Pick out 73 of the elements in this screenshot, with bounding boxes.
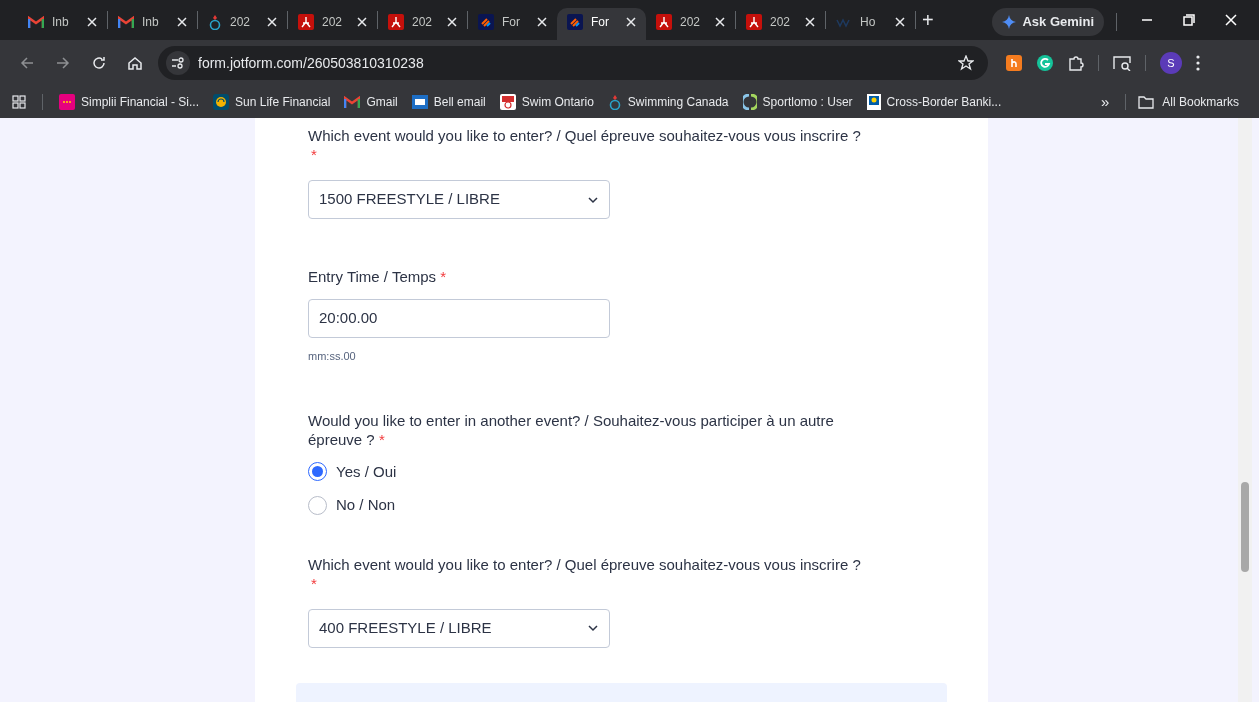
star-icon — [958, 55, 974, 71]
bookmark[interactable]: Swim Ontario — [499, 93, 594, 111]
more-bookmarks-button[interactable]: » — [1096, 90, 1114, 114]
dropdown[interactable]: 400 FREESTYLE / LIBRE — [308, 608, 610, 648]
mail-icon — [344, 96, 361, 108]
close-icon — [626, 17, 636, 27]
reload-icon — [92, 56, 106, 70]
forward-icon — [56, 56, 70, 70]
bookmark[interactable]: Bell email — [411, 93, 486, 111]
site-settings-icon — [171, 57, 185, 69]
wave-icon — [836, 16, 852, 28]
browser-tab[interactable]: For — [557, 8, 646, 40]
pdf-icon — [388, 14, 404, 30]
url-text: form.jotform.com/260503810310238 — [198, 53, 425, 73]
mail-icon — [118, 16, 134, 28]
back-icon — [20, 56, 34, 70]
mail-icon — [28, 16, 44, 28]
form-logo-icon — [478, 14, 494, 30]
pdf-icon — [656, 14, 672, 30]
ask-gemini-button[interactable]: Ask Gemini — [992, 8, 1104, 36]
g-circle-icon — [1036, 54, 1054, 72]
extension-icon — [1006, 55, 1022, 71]
form-logo-icon — [567, 14, 583, 30]
chevron-down-icon — [587, 195, 599, 204]
close-icon — [447, 17, 457, 27]
close-icon — [87, 17, 97, 27]
restore-icon — [1183, 14, 1195, 26]
close-icon — [267, 17, 277, 27]
field-label: Would you like to enter in another event? / Souhaitez-vous participer à un autre épreuve ? * — [308, 410, 835, 449]
close-icon — [895, 17, 905, 27]
all-bookmarks-folder[interactable]: All Bookmarks — [1138, 93, 1259, 111]
close-icon — [1225, 14, 1237, 26]
close-icon — [177, 17, 187, 27]
close-icon — [537, 17, 547, 27]
field-label: Entry Time / Temps * — [308, 267, 448, 286]
close-icon — [357, 17, 367, 27]
bookmark[interactable]: Cross-Border Banki... — [866, 93, 1002, 111]
chevron-down-icon — [587, 624, 599, 632]
puzzle-icon — [1068, 55, 1084, 71]
bookmark[interactable]: Gmail — [344, 93, 398, 111]
home-icon — [128, 56, 142, 70]
hint-text: mm:ss.00 — [308, 349, 357, 364]
folder-icon — [1138, 95, 1155, 109]
sun-icon — [213, 94, 230, 110]
dropdown[interactable]: 1500 FREESTYLE / LIBRE — [308, 180, 610, 219]
ring-icon — [742, 94, 757, 110]
swimmer-icon — [607, 94, 622, 110]
search-tab-icon — [1113, 55, 1131, 71]
new-tab-button[interactable]: + — [916, 10, 940, 30]
radio-option[interactable]: No / Non — [308, 494, 948, 517]
field-label: Which event would you like to enter? / Quel épreuve souhaitez-vous vous inscrire ? * — [308, 126, 862, 164]
scrollbar[interactable] — [1238, 118, 1252, 702]
pdf-icon — [298, 14, 314, 30]
bookmark[interactable]: Sun Life Financial — [213, 93, 331, 111]
radio-option[interactable]: Yes / Oui — [308, 460, 948, 483]
input-field[interactable]: 20:00.00 — [308, 299, 610, 338]
bell-logo-icon — [411, 95, 428, 109]
bank-logo-icon — [866, 94, 881, 110]
bookmark[interactable]: Sportlomo : User — [742, 93, 853, 111]
swim-ontario-icon — [499, 94, 516, 110]
sparkle-icon — [1002, 15, 1017, 29]
bookmark[interactable]: Simplii Financial - Si... — [59, 93, 200, 111]
bookmark[interactable]: Swimming Canada — [607, 93, 729, 111]
close-icon — [805, 17, 815, 27]
apps-grid-icon — [12, 95, 26, 109]
field-label: Which event would you like to enter? / Quel épreuve souhaitez-vous vous inscrire ? * — [308, 554, 862, 593]
simplii-icon — [59, 94, 75, 110]
address-bar[interactable]: form.jotform.com/260503810310238 — [158, 46, 988, 80]
more-icon — [1196, 55, 1200, 71]
profile-avatar[interactable]: S — [1160, 52, 1182, 74]
pdf-icon — [746, 14, 762, 30]
close-icon — [715, 17, 725, 27]
swimmer-icon — [208, 14, 222, 30]
